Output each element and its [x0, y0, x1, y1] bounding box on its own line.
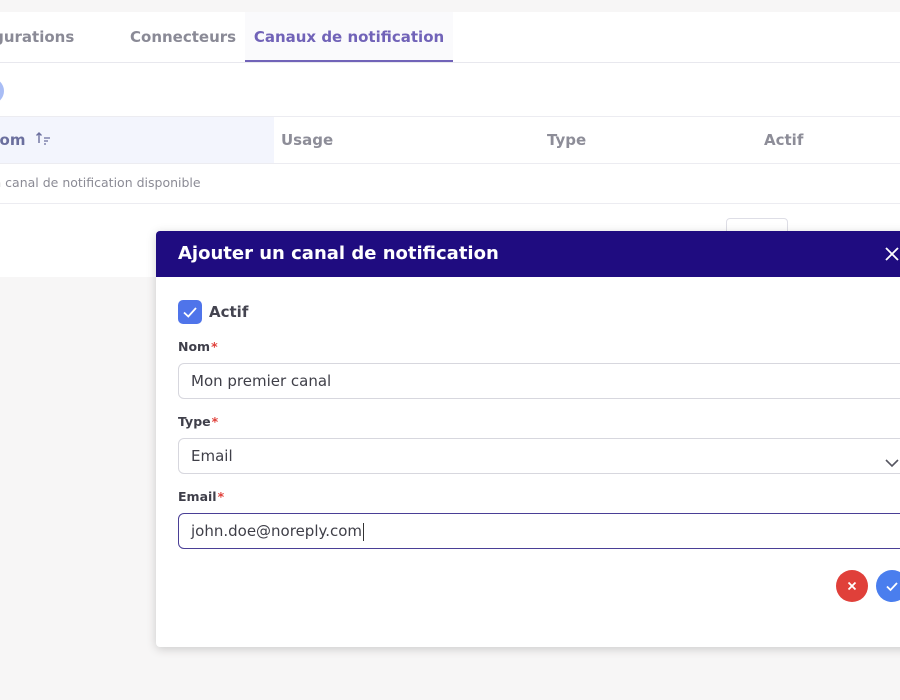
dialog-header: Ajouter un canal de notification	[156, 231, 900, 277]
required-mark: *	[211, 339, 218, 354]
required-mark: *	[217, 489, 225, 504]
email-label-text: Email	[178, 489, 217, 504]
email-label: Email*	[178, 489, 224, 504]
active-checkbox[interactable]	[178, 300, 202, 324]
email-input[interactable]: john.doe@noreply.com	[178, 513, 900, 549]
column-header-active[interactable]: Actif	[764, 117, 803, 163]
add-channel-dialog: Ajouter un canal de notification Actif N…	[156, 231, 900, 647]
name-label: Nom*	[178, 339, 218, 354]
tab-bar: Configurations Connecteurs Canaux de not…	[0, 12, 900, 63]
sort-ascending-icon	[35, 118, 51, 164]
empty-message: Aucun canal de notification disponible	[0, 175, 201, 190]
type-label-text: Type	[178, 414, 211, 429]
column-header-type[interactable]: Type	[547, 117, 586, 163]
confirm-button[interactable]	[876, 570, 900, 602]
empty-table-row: Aucun canal de notification disponible	[0, 163, 900, 204]
active-checkbox-label: Actif	[209, 303, 249, 321]
column-header-name[interactable]: Nom	[0, 117, 274, 163]
tab-notification-channels[interactable]: Canaux de notification	[245, 12, 453, 62]
table-header: Nom Usage Type Actif	[0, 116, 900, 164]
page: Configurations Connecteurs Canaux de not…	[0, 0, 900, 700]
name-label-text: Nom	[178, 339, 211, 354]
column-header-usage[interactable]: Usage	[281, 117, 333, 163]
close-icon[interactable]	[883, 245, 900, 263]
type-select-value: Email	[191, 447, 233, 465]
column-header-name-label: Nom	[0, 131, 26, 149]
x-icon	[847, 581, 857, 591]
name-input-value: Mon premier canal	[191, 372, 332, 390]
type-label: Type*	[178, 414, 218, 429]
name-input[interactable]: Mon premier canal	[178, 363, 900, 399]
tab-configurations[interactable]: Configurations	[0, 12, 74, 62]
email-input-value: john.doe@noreply.com	[191, 522, 363, 540]
chevron-down-icon[interactable]	[884, 449, 900, 468]
required-mark: *	[211, 414, 219, 429]
check-icon	[886, 582, 898, 592]
dialog-title: Ajouter un canal de notification	[178, 243, 499, 264]
add-channel-button[interactable]	[0, 78, 4, 104]
cancel-button[interactable]	[836, 570, 868, 602]
text-cursor	[363, 522, 365, 541]
type-select[interactable]: Email	[178, 438, 900, 474]
check-icon	[183, 307, 197, 318]
tab-connectors[interactable]: Connecteurs	[130, 12, 236, 62]
